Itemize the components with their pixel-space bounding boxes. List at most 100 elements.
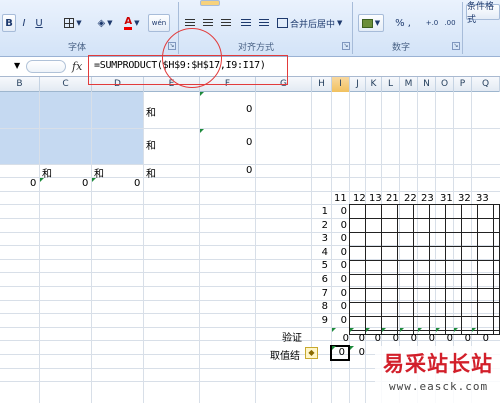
verify-value[interactable]: 0 <box>479 333 489 344</box>
chevron-down-icon: ▼ <box>107 19 113 27</box>
column-header-i[interactable]: I <box>332 77 350 92</box>
cell-d4[interactable]: 0 <box>134 178 140 189</box>
matrix-cell[interactable]: 0 <box>337 288 347 299</box>
error-indicator-icon <box>92 178 96 182</box>
error-indicator-icon <box>382 328 386 332</box>
matrix-cell[interactable]: 0 <box>337 233 347 244</box>
column-header-c[interactable]: C <box>40 77 92 92</box>
gridline <box>0 191 500 192</box>
error-indicator-icon <box>40 178 44 182</box>
error-indicator-icon <box>350 346 354 350</box>
align-center-icon <box>203 18 213 28</box>
increase-indent-button[interactable] <box>256 14 272 32</box>
font-color-icon: A <box>124 16 133 30</box>
decrease-decimal-button[interactable]: .00 <box>442 14 458 32</box>
align-left-icon <box>185 18 195 28</box>
paint-bucket-icon: ◈ <box>97 17 106 29</box>
increase-decimal-icon: +.0 <box>425 19 439 27</box>
column-header-q[interactable]: Q <box>472 77 500 92</box>
column-header-m[interactable]: M <box>400 77 418 92</box>
chevron-down-icon: ▼ <box>374 19 381 27</box>
chevron-down-icon: ▼ <box>134 19 140 27</box>
cell-b4[interactable]: 0 <box>30 178 36 189</box>
gridline <box>91 92 92 403</box>
matrix-header: 31 <box>440 193 453 204</box>
cell-e1[interactable]: 和 <box>146 104 156 119</box>
matrix-cell[interactable]: 0 <box>337 247 347 258</box>
conditional-format-button[interactable]: 条件格式 <box>466 2 500 25</box>
verify-value[interactable]: 0 <box>389 333 399 344</box>
percent-comma-buttons[interactable]: % , <box>388 14 418 32</box>
merge-center-button[interactable]: 合并后居中 ▼ <box>276 14 352 32</box>
column-header-k[interactable]: K <box>366 77 382 92</box>
decrease-indent-icon <box>241 18 251 28</box>
matrix-header: 21 <box>386 193 399 204</box>
error-indicator-icon <box>200 92 204 96</box>
insert-function-button[interactable]: fx <box>72 60 82 73</box>
matrix-cell[interactable]: 0 <box>337 274 347 285</box>
merge-icon <box>277 18 288 28</box>
cell-f1[interactable]: 0 <box>246 104 252 115</box>
verify-value[interactable]: 0 <box>407 333 417 344</box>
result-value[interactable]: 0 <box>335 347 345 358</box>
name-box-dropdown-icon[interactable]: ▼ <box>14 61 20 70</box>
align-right-icon <box>221 18 231 28</box>
column-header-n[interactable]: N <box>418 77 436 92</box>
font-color-button[interactable]: A ▼ <box>120 14 144 32</box>
cell-f3[interactable]: 0 <box>246 165 252 176</box>
worksheet[interactable]: 和 0 和 0 和 和 和 0 0 0 0 11 12 13 21 22 23 … <box>0 92 500 403</box>
matrix-row-label: 4 <box>321 247 328 258</box>
gridline <box>143 92 144 403</box>
matrix-cell[interactable]: 0 <box>337 301 347 312</box>
matrix-cell[interactable]: 0 <box>337 260 347 271</box>
chevron-down-icon: ▼ <box>337 19 343 27</box>
borders-button[interactable]: ▼ <box>60 14 86 32</box>
decrease-indent-button[interactable] <box>238 14 254 32</box>
matrix-header: 13 <box>369 193 382 204</box>
matrix-header: 22 <box>404 193 417 204</box>
separator <box>352 2 353 54</box>
underline-button[interactable]: U <box>32 14 46 32</box>
align-dialog-launcher[interactable]: ↘ <box>342 42 350 50</box>
currency-button[interactable]: ▼ <box>358 14 384 32</box>
highlight-circle <box>162 28 222 88</box>
increase-decimal-button[interactable]: +.0 <box>424 14 440 32</box>
number-dialog-launcher[interactable]: ↘ <box>452 42 460 50</box>
cell-e2[interactable]: 和 <box>146 137 156 152</box>
cell-e3[interactable]: 和 <box>146 165 156 180</box>
verify-value[interactable]: 0 <box>461 333 471 344</box>
column-header-h[interactable]: H <box>312 77 332 92</box>
result-value[interactable]: 0 <box>355 347 365 358</box>
column-header-b[interactable]: B <box>0 77 40 92</box>
number-group-label: 数字 <box>392 43 411 53</box>
matrix-row-label: 7 <box>321 288 328 299</box>
fill-color-button[interactable]: ◈ ▼ <box>92 14 118 32</box>
cell-c4[interactable]: 0 <box>82 178 88 189</box>
bold-button[interactable]: B <box>2 14 16 32</box>
verify-value[interactable]: 0 <box>339 333 349 344</box>
column-header-l[interactable]: L <box>382 77 400 92</box>
error-indicator-icon <box>472 328 476 332</box>
align-right-button[interactable] <box>218 14 234 32</box>
verify-value[interactable]: 0 <box>443 333 453 344</box>
column-header-j[interactable]: J <box>350 77 366 92</box>
column-header-o[interactable]: O <box>436 77 454 92</box>
column-header-p[interactable]: P <box>454 77 472 92</box>
cell-f2[interactable]: 0 <box>246 137 252 148</box>
matrix-cell[interactable]: 0 <box>337 220 347 231</box>
formula-divider <box>26 60 66 73</box>
error-smart-tag-icon[interactable]: ◆ <box>305 347 318 359</box>
error-indicator-icon <box>400 328 404 332</box>
italic-button[interactable]: I <box>18 14 30 32</box>
verify-value[interactable]: 0 <box>355 333 365 344</box>
verify-value[interactable]: 0 <box>425 333 435 344</box>
matrix-header: 12 <box>353 193 366 204</box>
matrix-row-label: 2 <box>321 220 328 231</box>
matrix-cell[interactable]: 0 <box>337 206 347 217</box>
verify-value[interactable]: 0 <box>371 333 381 344</box>
matrix-cell[interactable]: 0 <box>337 315 347 326</box>
align-top-button[interactable] <box>200 0 220 6</box>
phonetic-button[interactable]: wén <box>148 14 170 32</box>
increase-indent-icon <box>259 18 269 28</box>
error-indicator-icon <box>332 328 336 332</box>
